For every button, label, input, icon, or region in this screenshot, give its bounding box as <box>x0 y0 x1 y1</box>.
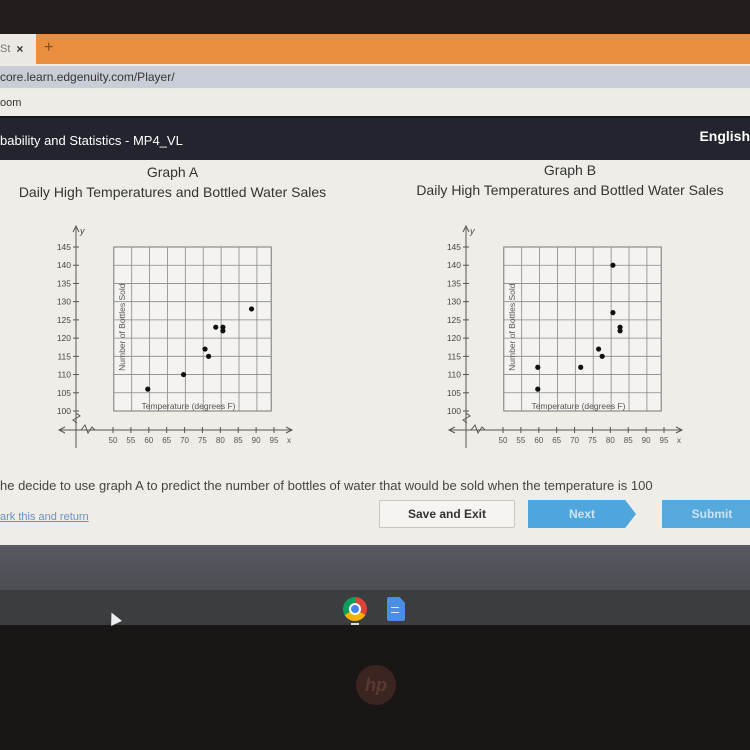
new-tab-button[interactable]: + <box>44 39 53 57</box>
x-tick-label: 95 <box>660 436 669 445</box>
x-tick-label: 95 <box>270 436 279 445</box>
address-bar[interactable]: core.learn.edgenuity.com/Player/ <box>0 66 750 88</box>
language-selector[interactable]: English <box>699 128 750 144</box>
y-tick-label: 130 <box>447 297 461 307</box>
y-tick-label: 140 <box>57 260 71 270</box>
mark-and-return-link[interactable]: ark this and return <box>0 511 89 523</box>
x-tick-label: 65 <box>162 436 171 445</box>
y-tick-label: 105 <box>447 388 461 398</box>
y-tick-label: 130 <box>57 297 71 307</box>
data-point <box>220 328 226 334</box>
y-tick-label: 105 <box>57 388 71 398</box>
docs-icon-lines <box>391 607 399 613</box>
y-tick-label: 100 <box>447 406 461 416</box>
data-point <box>180 371 187 378</box>
browser-tab[interactable]: St × <box>0 34 36 64</box>
x-tick-label: 80 <box>216 436 225 445</box>
data-point <box>206 353 212 359</box>
screen-bezel <box>0 0 750 34</box>
x-tick-label: 85 <box>234 436 243 445</box>
course-title: bability and Statistics - MP4_VL <box>0 133 183 148</box>
data-point <box>617 328 623 334</box>
x-tick-label: 50 <box>499 436 508 445</box>
x-tick-label: 70 <box>570 436 579 445</box>
y-axis-letter: y <box>469 226 475 236</box>
graph-a-subtitle: Daily High Temperatures and Bottled Wate… <box>18 184 327 200</box>
save-and-exit-button[interactable]: Save and Exit <box>379 500 515 528</box>
graph-b-title: Graph B <box>543 162 597 178</box>
x-tick-label: 90 <box>252 436 261 445</box>
address-bar-container: core.learn.edgenuity.com/Player/ <box>0 64 750 92</box>
x-tick-label: 75 <box>588 436 597 445</box>
x-tick-label: 65 <box>552 436 561 445</box>
question-text: he decide to use graph A to predict the … <box>0 478 653 493</box>
plot-area <box>113 246 272 412</box>
submit-button[interactable]: Submit <box>662 500 750 528</box>
x-tick-label: 55 <box>516 436 525 445</box>
graph-a-title: Graph A <box>146 164 199 180</box>
x-tick-label: 50 <box>109 436 118 445</box>
x-tick-label: 75 <box>198 436 207 445</box>
y-tick-label: 110 <box>447 370 461 380</box>
y-tick-label: 125 <box>447 315 461 325</box>
y-axis-label: Number of Bottles Sold <box>507 283 517 371</box>
y-axis-letter: y <box>79 226 85 236</box>
y-tick-label: 115 <box>447 351 461 361</box>
x-axis-label: Temperature (degrees F) <box>141 401 235 411</box>
y-axis-label: Number of Bottles Sold <box>117 283 127 371</box>
x-tick-label: 55 <box>126 436 135 445</box>
bookmarks-bar: oom <box>0 92 750 116</box>
bookmark-item[interactable]: oom <box>0 97 21 109</box>
x-axis-label: Temperature (degrees F) <box>531 401 625 411</box>
data-point <box>610 310 616 316</box>
y-tick-label: 120 <box>57 333 71 343</box>
data-point <box>145 386 151 392</box>
data-point <box>599 353 605 359</box>
data-point <box>596 346 602 352</box>
y-tick-label: 115 <box>57 351 71 361</box>
y-tick-label: 100 <box>57 406 71 416</box>
y-tick-label: 125 <box>57 315 71 325</box>
data-point <box>535 386 541 392</box>
y-tick-label: 145 <box>447 242 461 252</box>
x-tick-label: 90 <box>642 436 651 445</box>
plot-area <box>503 246 662 412</box>
x-tick-label: 60 <box>144 436 153 445</box>
browser-tab-bar: St × + <box>0 34 750 64</box>
data-point <box>610 262 616 268</box>
y-tick-label: 110 <box>57 370 71 380</box>
question-content: Graph A Daily High Temperatures and Bott… <box>0 160 750 545</box>
x-tick-label: 70 <box>180 436 189 445</box>
data-point <box>535 364 541 370</box>
x-tick-label: 80 <box>606 436 615 445</box>
tab-title: St <box>0 43 11 55</box>
x-axis-letter: x <box>287 436 291 445</box>
x-tick-label: 85 <box>624 436 633 445</box>
x-axis-break-icon <box>470 424 486 435</box>
data-point <box>202 346 208 352</box>
y-tick-label: 135 <box>57 278 71 288</box>
data-point <box>213 324 219 330</box>
data-point <box>248 306 255 312</box>
y-tick-label: 120 <box>447 333 461 343</box>
x-tick-label: 60 <box>534 436 543 445</box>
chrome-icon[interactable] <box>343 597 367 621</box>
app-header: bability and Statistics - MP4_VL English <box>0 118 750 160</box>
graph-b-chart: y x 100 105 110 115 120 125 130 135 140 145 50 55 60 65… <box>447 224 684 448</box>
tab-close-icon[interactable]: × <box>16 42 23 56</box>
next-button[interactable]: Next <box>528 500 636 528</box>
data-point <box>578 364 584 370</box>
x-axis-break-icon <box>80 424 96 435</box>
y-tick-label: 145 <box>57 242 71 252</box>
y-tick-label: 140 <box>447 260 461 270</box>
x-axis-letter: x <box>677 436 681 445</box>
active-app-indicator <box>351 623 359 625</box>
graph-a-chart: y x 100 105 110 115 120 125 130 135 140 145 50 55 60 65… <box>57 224 294 448</box>
y-tick-label: 135 <box>447 278 461 288</box>
hp-logo-icon: hp <box>356 665 396 705</box>
graph-b-subtitle: Daily High Temperatures and Bottled Wate… <box>416 182 724 198</box>
